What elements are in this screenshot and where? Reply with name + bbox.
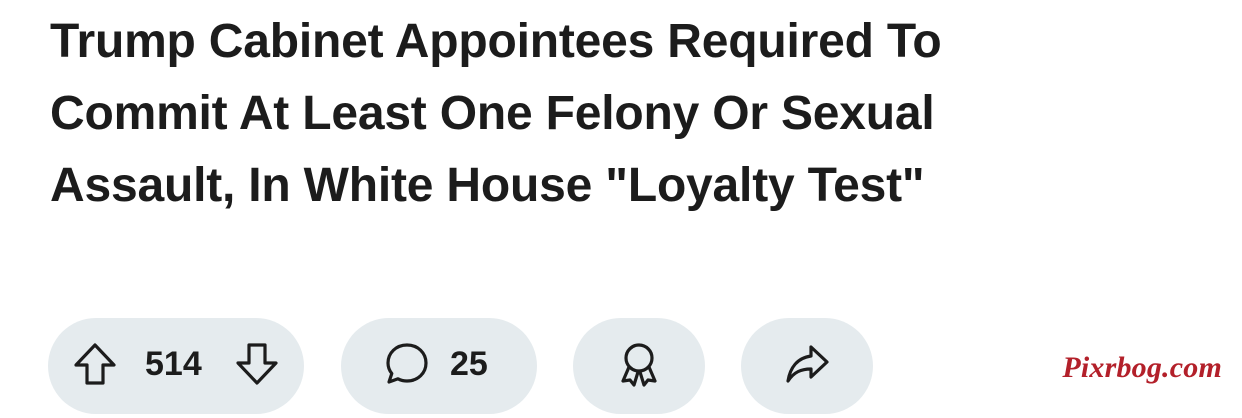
vote-group: 514 xyxy=(48,318,304,414)
comments-button[interactable]: 25 xyxy=(341,318,537,414)
post-title[interactable]: Trump Cabinet Appointees Required To Com… xyxy=(50,6,1060,222)
upvote-icon[interactable] xyxy=(72,341,118,387)
vote-count: 514 xyxy=(145,345,202,383)
share-button[interactable] xyxy=(741,318,873,414)
comment-count: 25 xyxy=(450,345,488,383)
share-arrow-icon xyxy=(784,341,830,387)
downvote-icon[interactable] xyxy=(234,341,280,387)
award-ribbon-icon xyxy=(616,341,662,387)
watermark-text: Pixrbog.com xyxy=(1062,351,1222,384)
comment-bubble-icon xyxy=(384,341,430,387)
award-button[interactable] xyxy=(573,318,705,414)
